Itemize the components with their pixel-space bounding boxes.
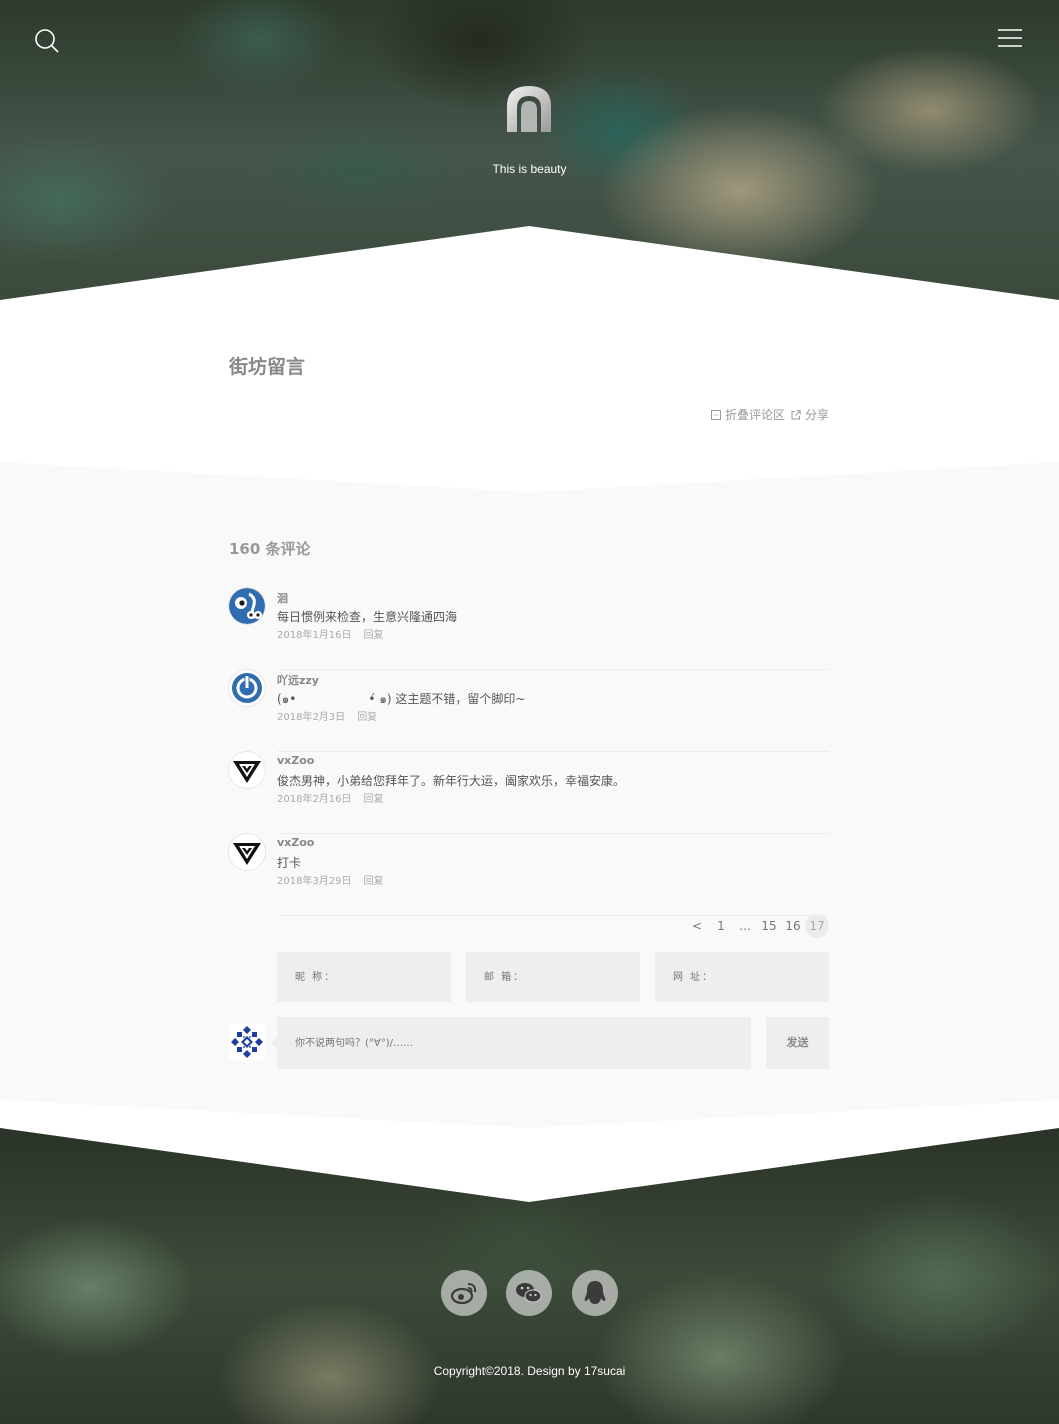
comment-date: 2018年2月3日 — [277, 712, 346, 723]
pagination: < 1 ... 15 16 17 — [685, 914, 829, 938]
comment-meta: 2018年2月16日 回复 — [277, 790, 384, 805]
message-input[interactable] — [277, 1017, 751, 1069]
nickname-field[interactable] — [277, 952, 451, 1002]
message-box[interactable] — [271, 1017, 751, 1069]
reply-link[interactable]: 回复 — [357, 712, 377, 723]
comment-text: (๑• •́ ๑) 这主题不错，留个脚印~ — [277, 692, 526, 706]
comment-meta: 2018年3月29日 回复 — [277, 872, 384, 887]
header-divider-shape — [0, 220, 1059, 300]
comment-author[interactable]: vxZoo — [277, 836, 314, 849]
comment-item: 吖远zzy (๑• •́ ๑) 这主题不错，留个脚印~ 2018年2月3日 回复 — [229, 670, 829, 752]
site-logo[interactable] — [503, 84, 555, 136]
wechat-icon[interactable] — [506, 1270, 552, 1316]
comment-body: vxZoo 俊杰男神，小弟给您拜年了。新年行大运，阖家欢乐，幸福安康。 2018… — [277, 752, 829, 834]
comment-body: 洄 每日惯例来检查，生意兴隆通四海 2018年1月16日 回复 — [277, 588, 829, 670]
collapse-icon — [710, 409, 721, 420]
pagination-ellipsis: ... — [739, 919, 751, 933]
power-ring-avatar-icon[interactable] — [229, 670, 265, 706]
triangle-logo-avatar-icon[interactable] — [229, 834, 265, 870]
share-icon — [791, 409, 801, 420]
article-actions: 折叠评论区 分享 — [710, 406, 829, 423]
pagination-page[interactable]: 15 — [757, 914, 781, 938]
pagination-page[interactable]: 16 — [781, 914, 805, 938]
menu-icon[interactable] — [997, 28, 1023, 48]
site-tagline: This is beauty — [492, 162, 567, 176]
website-field[interactable] — [655, 952, 829, 1002]
email-field[interactable] — [466, 952, 640, 1002]
weibo-icon[interactable] — [441, 1270, 487, 1316]
comment-meta: 2018年1月16日 回复 — [277, 626, 384, 641]
pagination-current-page[interactable]: 17 — [805, 914, 829, 938]
comment-date: 2018年2月16日 — [277, 794, 352, 805]
reply-link[interactable]: 回复 — [364, 794, 384, 805]
qq-icon[interactable] — [572, 1270, 618, 1316]
comment-author[interactable]: vxZoo — [277, 754, 314, 767]
comments-section: 160 条评论 洄 每日惯例来检查，生意兴隆通四海 2018年1月16日 回复 … — [0, 460, 1059, 1130]
comment-body: vxZoo 打卡 2018年3月29日 回复 — [277, 834, 829, 916]
pagination-prev[interactable]: < — [685, 914, 709, 938]
comment-body: 吖远zzy (๑• •́ ๑) 这主题不错，留个脚印~ 2018年2月3日 回复 — [277, 670, 829, 752]
share-label: 分享 — [804, 408, 829, 422]
site-header: This is beauty — [0, 0, 1059, 300]
send-button[interactable]: 发送 — [766, 1017, 829, 1069]
footer-divider-shape — [0, 1128, 1059, 1202]
comment-text: 俊杰男神，小弟给您拜年了。新年行大运，阖家欢乐，幸福安康。 — [277, 774, 626, 788]
collapse-comments-button[interactable]: 折叠评论区 — [710, 406, 785, 423]
comment-date: 2018年3月29日 — [277, 876, 352, 887]
cartoon-avatar-icon[interactable] — [229, 588, 265, 624]
nickname-input[interactable] — [295, 952, 433, 1002]
comment-meta: 2018年2月3日 回复 — [277, 708, 377, 723]
comment-item: vxZoo 俊杰男神，小弟给您拜年了。新年行大运，阖家欢乐，幸福安康。 2018… — [229, 752, 829, 834]
page-title: 街坊留言 — [229, 356, 306, 378]
triangle-logo-avatar-icon[interactable] — [229, 752, 265, 788]
reply-link[interactable]: 回复 — [364, 876, 384, 887]
comment-author[interactable]: 洄 — [277, 590, 288, 606]
current-user-avatar-icon — [229, 1024, 265, 1060]
comment-author[interactable]: 吖远zzy — [277, 672, 319, 688]
comment-date: 2018年1月16日 — [277, 630, 352, 641]
copyright-text: Copyright©2018. Design by 17sucai — [433, 1364, 626, 1378]
email-input[interactable] — [484, 952, 622, 1002]
site-footer: Copyright©2018. Design by 17sucai — [0, 1128, 1059, 1424]
comment-item: 洄 每日惯例来检查，生意兴隆通四海 2018年1月16日 回复 — [229, 588, 829, 670]
share-button[interactable]: 分享 — [791, 406, 829, 423]
comment-text: 打卡 — [277, 856, 302, 870]
comments-count: 160 条评论 — [229, 540, 311, 558]
search-icon[interactable] — [34, 28, 60, 54]
collapse-comments-label: 折叠评论区 — [724, 408, 785, 422]
pagination-page[interactable]: 1 — [709, 914, 733, 938]
reply-link[interactable]: 回复 — [364, 630, 384, 641]
social-links — [441, 1270, 618, 1316]
comment-item: vxZoo 打卡 2018年3月29日 回复 — [229, 834, 829, 916]
website-input[interactable] — [673, 952, 811, 1002]
comment-text: 每日惯例来检查，生意兴隆通四海 — [277, 610, 458, 624]
